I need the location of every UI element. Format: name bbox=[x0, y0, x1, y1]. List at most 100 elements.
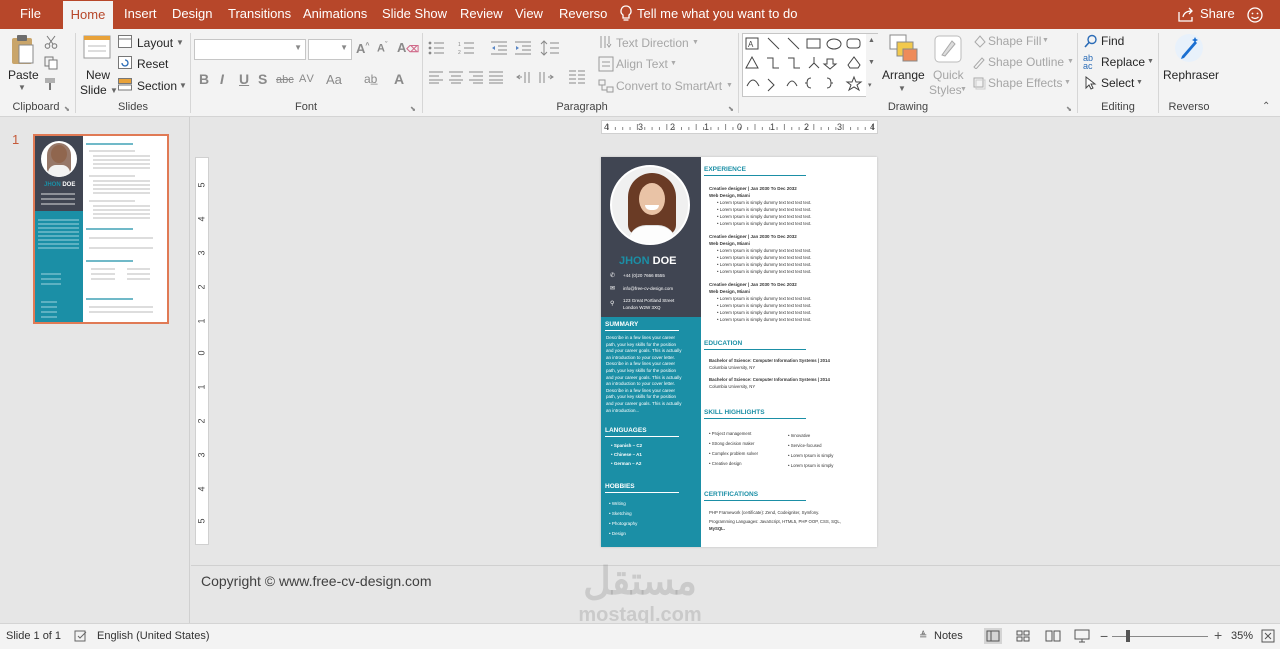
select-button[interactable]: Select bbox=[1101, 76, 1134, 90]
quick-styles-chevron-icon[interactable]: ▼ bbox=[960, 86, 967, 93]
arrange-chevron-icon[interactable]: ▼ bbox=[898, 84, 906, 93]
quick-styles-icon[interactable] bbox=[932, 33, 964, 68]
section-chevron-icon[interactable]: ▼ bbox=[179, 81, 187, 90]
new-slide-chevron-icon[interactable]: ▼ bbox=[110, 86, 118, 95]
shape-fill-button[interactable]: Shape Fill bbox=[988, 34, 1041, 48]
paste-icon[interactable] bbox=[9, 33, 35, 70]
arrange-button[interactable]: Arrange bbox=[882, 68, 925, 82]
tab-review[interactable]: Review bbox=[460, 0, 503, 29]
character-spacing-icon[interactable]: AV bbox=[299, 73, 315, 85]
normal-view-icon[interactable] bbox=[984, 628, 1002, 644]
text-direction-rtl-icon[interactable] bbox=[516, 71, 532, 87]
replace-icon[interactable]: ab ac bbox=[1083, 54, 1093, 71]
paste-button[interactable]: Paste bbox=[8, 68, 39, 82]
bullets-icon[interactable] bbox=[428, 41, 446, 58]
copy-icon[interactable] bbox=[44, 56, 58, 73]
reading-view-icon[interactable] bbox=[1044, 628, 1062, 647]
vertical-ruler[interactable]: 5 4 3 2 1 0 1 2 3 4 5 bbox=[195, 157, 209, 545]
shadow-button[interactable]: S bbox=[258, 71, 267, 87]
shrink-font-icon[interactable]: Aˇ bbox=[377, 42, 387, 55]
quick-styles-button[interactable]: Styles bbox=[929, 83, 962, 97]
align-text-icon[interactable] bbox=[598, 56, 614, 75]
columns-icon[interactable] bbox=[568, 70, 586, 88]
select-chevron-icon[interactable]: ▼ bbox=[1136, 79, 1143, 86]
tab-file[interactable]: File bbox=[20, 0, 41, 29]
replace-chevron-icon[interactable]: ▼ bbox=[1147, 58, 1154, 65]
format-painter-icon[interactable] bbox=[44, 77, 58, 94]
share-icon[interactable] bbox=[1177, 6, 1195, 25]
notes-text[interactable]: Copyright © www.free-cv-design.com bbox=[201, 573, 432, 589]
quick-styles-label[interactable]: Quick bbox=[933, 68, 964, 82]
change-case-button[interactable]: Aa bbox=[326, 72, 342, 87]
strikethrough-button[interactable]: abc bbox=[276, 74, 294, 86]
italic-button[interactable]: I bbox=[220, 71, 224, 87]
tab-insert[interactable]: Insert bbox=[124, 0, 157, 29]
layout-chevron-icon[interactable]: ▼ bbox=[176, 38, 184, 47]
tell-me-search[interactable]: Tell me what you want to do bbox=[637, 0, 797, 29]
smartart-icon[interactable] bbox=[598, 78, 614, 97]
text-direction-icon[interactable] bbox=[598, 34, 614, 53]
grow-font-icon[interactable]: A^ bbox=[356, 41, 369, 56]
text-direction-ltr-icon[interactable] bbox=[538, 71, 554, 87]
tab-home[interactable]: Home bbox=[63, 1, 113, 29]
align-text-chevron-icon[interactable]: ▼ bbox=[670, 60, 677, 67]
slide[interactable]: JHON DOE ✆ +44 (0)20 7666 8555 ✉ info@fr… bbox=[601, 157, 877, 547]
clear-formatting-icon[interactable]: A⌫ bbox=[397, 40, 419, 55]
arrange-icon[interactable] bbox=[888, 33, 920, 68]
notes-button[interactable]: Notes bbox=[934, 630, 963, 642]
slideshow-icon[interactable] bbox=[1073, 628, 1091, 647]
align-center-icon[interactable] bbox=[448, 71, 464, 87]
gallery-scroll-up-icon[interactable]: ▲ bbox=[868, 37, 875, 44]
tab-animations[interactable]: Animations bbox=[303, 0, 367, 29]
slide-thumbnail[interactable]: JHON DOE bbox=[33, 134, 169, 324]
section-icon[interactable] bbox=[118, 78, 132, 94]
highlight-icon[interactable]: ab̲ bbox=[364, 72, 377, 86]
smiley-icon[interactable] bbox=[1246, 7, 1264, 26]
tab-view[interactable]: View bbox=[515, 0, 543, 29]
font-color-icon[interactable]: A bbox=[394, 71, 404, 87]
decrease-indent-icon[interactable] bbox=[490, 41, 508, 58]
zoom-slider-thumb[interactable] bbox=[1126, 630, 1130, 642]
paragraph-launcher-icon[interactable]: ⬊ bbox=[728, 105, 734, 113]
profile-photo[interactable] bbox=[610, 165, 690, 245]
new-slide-label[interactable]: New bbox=[86, 68, 110, 82]
numbering-icon[interactable]: 12 bbox=[458, 41, 476, 58]
find-icon[interactable] bbox=[1084, 34, 1098, 51]
shape-effects-button[interactable]: Shape Effects bbox=[988, 76, 1063, 90]
select-cursor-icon[interactable] bbox=[1085, 75, 1097, 93]
clipboard-launcher-icon[interactable]: ⬊ bbox=[64, 105, 70, 113]
shape-outline-icon[interactable] bbox=[972, 55, 986, 72]
zoom-in-icon[interactable]: + bbox=[1214, 627, 1222, 643]
align-left-icon[interactable] bbox=[428, 71, 444, 87]
font-family-combo[interactable]: ▼ bbox=[194, 39, 306, 60]
layout-button[interactable]: Layout bbox=[137, 36, 173, 50]
rephraser-icon[interactable] bbox=[1173, 32, 1205, 67]
notes-pane[interactable]: Copyright © www.free-cv-design.com bbox=[191, 565, 1280, 623]
shapes-gallery[interactable]: A bbox=[742, 33, 879, 98]
new-slide-button[interactable]: Slide bbox=[80, 83, 107, 97]
text-direction-button[interactable]: Text Direction bbox=[616, 36, 689, 50]
replace-button[interactable]: Replace bbox=[1101, 55, 1145, 69]
collapse-ribbon-chevron-icon[interactable]: ⌃ bbox=[1262, 101, 1270, 112]
slide-sorter-icon[interactable] bbox=[1014, 628, 1032, 647]
shape-fill-icon[interactable] bbox=[972, 34, 986, 51]
font-size-combo[interactable]: ▼ bbox=[308, 39, 352, 60]
shape-effects-icon[interactable] bbox=[972, 76, 986, 93]
shape-outline-chevron-icon[interactable]: ▼ bbox=[1067, 58, 1074, 65]
text-direction-chevron-icon[interactable]: ▼ bbox=[692, 39, 699, 46]
section-button[interactable]: Section bbox=[137, 79, 177, 93]
reset-button[interactable]: Reset bbox=[137, 57, 168, 71]
convert-smartart-chevron-icon[interactable]: ▼ bbox=[726, 82, 733, 89]
language-indicator[interactable]: English (United States) bbox=[97, 630, 210, 642]
find-button[interactable]: Find bbox=[1101, 34, 1124, 48]
gallery-scroll-down-icon[interactable]: ▼ bbox=[868, 59, 875, 66]
tab-design[interactable]: Design bbox=[172, 0, 212, 29]
cut-icon[interactable] bbox=[44, 35, 58, 52]
tab-reverso[interactable]: Reverso bbox=[559, 0, 607, 29]
align-text-button[interactable]: Align Text bbox=[616, 57, 668, 71]
paste-dropdown-chevron-icon[interactable]: ▼ bbox=[18, 83, 26, 92]
spelling-check-icon[interactable] bbox=[74, 630, 88, 645]
shape-fill-chevron-icon[interactable]: ▼ bbox=[1042, 37, 1049, 44]
rephraser-button[interactable]: Rephraser bbox=[1163, 68, 1219, 82]
fit-slide-icon[interactable] bbox=[1260, 628, 1276, 647]
